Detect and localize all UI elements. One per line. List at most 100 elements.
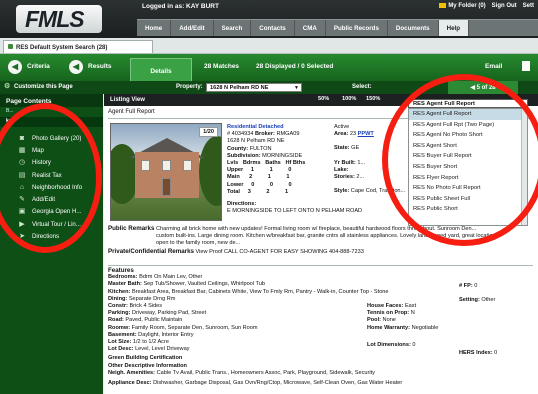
my-folder-link[interactable]: My Folder (0): [439, 3, 486, 9]
map-icon: ▦: [18, 146, 26, 154]
sidebar-item-directions[interactable]: ➤ Directions: [0, 230, 103, 242]
broker-code: RMGA09: [276, 131, 300, 138]
page-count: 5 of 28: [476, 85, 496, 91]
style-value: Cape Cod, Tradition...: [350, 188, 406, 195]
results-arrow-icon[interactable]: ◀: [69, 60, 83, 74]
sidebar-item-neighborhood-info[interactable]: ⌂ Neighborhood Info: [0, 181, 103, 193]
private-remarks: View Proof CALL CO-AGENT FOR EASY SHOWIN…: [195, 248, 364, 255]
logged-in-label: Logged in as: KAY BURT: [142, 3, 219, 10]
main-nav: Home Add/Edit Search Contacts CMA Public…: [137, 19, 538, 36]
listing-photo[interactable]: 1/20: [110, 123, 222, 221]
status: Active: [334, 124, 350, 130]
zoom-100[interactable]: 100%: [342, 96, 356, 102]
zoom-150[interactable]: 150%: [366, 96, 380, 102]
report-title: Agent Full Report: [108, 109, 155, 115]
report-option[interactable]: RES Agent Full Rpt (Two Page): [409, 120, 527, 131]
sidebar-strip: B...: [0, 107, 103, 117]
search-tab-icon: [8, 44, 13, 49]
directions-text: E MORNINGSIDE TO LEFT ONTO N PELHAM ROAD: [227, 208, 363, 215]
zoom-50[interactable]: 50%: [318, 96, 329, 102]
nav-search[interactable]: Search: [214, 20, 252, 36]
dropdown-scrollbar[interactable]: [521, 109, 527, 225]
customize-bar: ⚙ Customize this Page Property: 1628 N P…: [0, 81, 538, 94]
criteria-button[interactable]: Criteria: [27, 63, 50, 70]
directions-icon: ➤: [19, 233, 25, 241]
report-option[interactable]: RES Public Short: [409, 204, 527, 215]
fmls-logo[interactable]: FMLS: [16, 5, 102, 33]
report-option[interactable]: RES No Photo Full Report: [409, 183, 527, 194]
green-building-heading: Green Building Certification: [108, 355, 183, 362]
house-icon: ⌂: [19, 183, 25, 191]
sidebar-item-virtual-tour[interactable]: ▶ Virtual Tour / Lin...: [0, 218, 103, 230]
sign-out-link[interactable]: Sign Out: [492, 3, 517, 9]
ppwt-link[interactable]: PPWT: [358, 131, 374, 137]
nav-add-edit[interactable]: Add/Edit: [171, 20, 214, 36]
chevron-down-icon: ▼: [520, 101, 525, 107]
report-option[interactable]: RES Flyer Report: [409, 173, 527, 184]
nav-help[interactable]: Help: [438, 20, 470, 36]
open-house-icon: ▣: [18, 208, 26, 216]
property-select[interactable]: 1628 N Pelham RD NE ▼: [206, 83, 302, 92]
nav-documents[interactable]: Documents: [388, 20, 439, 36]
appliances: Dishwasher, Garbage Disposal, Gas Ovn/Rn…: [153, 380, 403, 387]
tab-details[interactable]: Details: [130, 58, 192, 81]
features-heading: Features: [108, 267, 134, 274]
search-tab[interactable]: RES Default System Search (28): [3, 40, 153, 53]
camera-icon: ◙: [19, 134, 25, 142]
page-contents-sidebar: Page Contents B... ks ◙ Photo Gallery (20…: [0, 94, 103, 394]
mls-number: # 4034934: [227, 131, 254, 138]
public-remarks-line-3: open to the family room, new de...: [156, 240, 241, 247]
sidebar-item-map[interactable]: ▦ Map: [0, 144, 103, 156]
report-option[interactable]: RES Public Sheet Full: [409, 194, 527, 205]
subdivision: MORNINGSIDE: [262, 152, 303, 159]
sidebar-item-georgia-open-house[interactable]: ▣ Georgia Open H...: [0, 206, 103, 218]
report-option[interactable]: RES Agent No Photo Short: [409, 130, 527, 141]
sidebar-item-add-edit[interactable]: ✎ Add/Edit: [0, 193, 103, 205]
top-links: My Folder (0) Sign Out Sett: [439, 3, 534, 9]
nav-cma[interactable]: CMA: [295, 20, 326, 36]
app-header: FMLS Logged in as: KAY BURT My Folder (0…: [0, 0, 538, 38]
amenities: Cable Tv Avail, Public Trans., Homeowner…: [156, 369, 375, 376]
sidebar-item-realist-tax[interactable]: ▤ Realist Tax: [0, 169, 103, 181]
photo-counter: 1/20: [199, 127, 218, 137]
customize-link[interactable]: Customize this Page: [14, 84, 73, 90]
links-section-label: ks: [0, 117, 103, 127]
property-label: Property:: [176, 84, 203, 90]
report-options-list: RES Agent Full Report RES Agent Full Rpt…: [408, 108, 528, 226]
listing-view-title: Listing View: [110, 97, 145, 103]
photo-house: [135, 152, 199, 198]
chevron-down-icon: ▼: [294, 85, 299, 91]
displayed-selected-count: 28 Displayed / 0 Selected: [256, 63, 334, 70]
matches-count: 28 Matches: [204, 63, 240, 70]
email-button[interactable]: Email: [485, 63, 502, 70]
folder-icon: [439, 3, 447, 8]
report-option[interactable]: RES Agent Full Report: [409, 109, 527, 120]
report-option[interactable]: RES Buyer Short: [409, 162, 527, 173]
criteria-arrow-icon[interactable]: ◀: [8, 60, 22, 74]
sidebar-item-photo-gallery[interactable]: ◙ Photo Gallery (20): [0, 132, 103, 144]
gear-icon[interactable]: ⚙: [4, 82, 10, 90]
other-info-heading: Other Descriptive Information: [108, 362, 187, 369]
page-indicator: ◀ 5 of 28: [448, 81, 518, 94]
county: FULTON: [249, 145, 272, 152]
select-label: Select:: [352, 84, 372, 90]
tax-icon: ▤: [18, 171, 26, 179]
divider: [108, 265, 533, 266]
nav-home[interactable]: Home: [137, 20, 172, 36]
print-icon[interactable]: [522, 61, 530, 71]
edit-icon: ✎: [19, 196, 25, 204]
public-remarks-line-2: custom built-ins. Large dining room. Kit…: [156, 233, 496, 240]
logo-text: FMLS: [25, 6, 85, 32]
page-contents-heading: Page Contents: [0, 94, 103, 107]
report-option[interactable]: RES Agent Short: [409, 141, 527, 152]
results-toolbar: ◀ Criteria ◀ Results Details 28 Matches …: [0, 54, 538, 81]
report-option[interactable]: RES Buyer Full Report: [409, 151, 527, 162]
settings-link[interactable]: Sett: [523, 3, 534, 9]
nav-public-records[interactable]: Public Records: [326, 20, 388, 36]
history-icon: ◷: [18, 159, 26, 167]
results-button[interactable]: Results: [88, 63, 111, 70]
sidebar-item-history[interactable]: ◷ History: [0, 157, 103, 169]
nav-contacts[interactable]: Contacts: [251, 20, 295, 36]
report-select[interactable]: RES Agent Full Report ▼: [408, 99, 528, 108]
public-remarks-line-1: Charming all brick home with new updates…: [156, 226, 477, 232]
